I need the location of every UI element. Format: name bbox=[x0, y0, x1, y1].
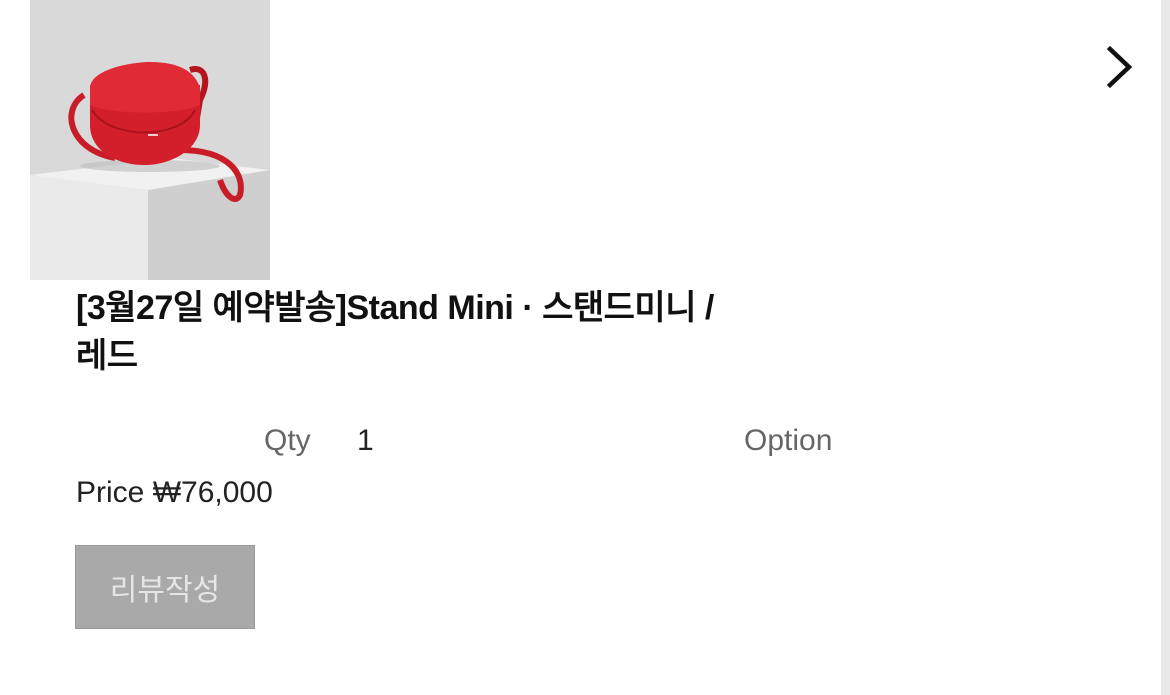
product-title-line2: 레드 bbox=[76, 337, 138, 375]
chevron-right-icon bbox=[1106, 45, 1133, 89]
order-item-page: [3월27일 예약발송]Stand Mini · 스탠드미니 / 레드 Qty … bbox=[0, 0, 1170, 695]
scrollbar-track[interactable] bbox=[1161, 0, 1170, 695]
price-row: Price ₩76,000 bbox=[76, 476, 273, 510]
qty-value: 1 bbox=[357, 424, 374, 457]
option-label: Option bbox=[744, 424, 833, 457]
write-review-button[interactable]: 리뷰작성 bbox=[75, 545, 255, 629]
product-image[interactable] bbox=[30, 0, 270, 280]
next-button[interactable] bbox=[1098, 44, 1140, 90]
qty-label: Qty bbox=[264, 424, 311, 457]
product-title[interactable]: [3월27일 예약발송]Stand Mini · 스탠드미니 / 레드 bbox=[76, 284, 836, 380]
product-title-line1: [3월27일 예약발송]Stand Mini · 스탠드미니 / bbox=[76, 289, 714, 327]
price-value: ₩76,000 bbox=[152, 476, 273, 509]
price-label: Price bbox=[76, 476, 145, 509]
